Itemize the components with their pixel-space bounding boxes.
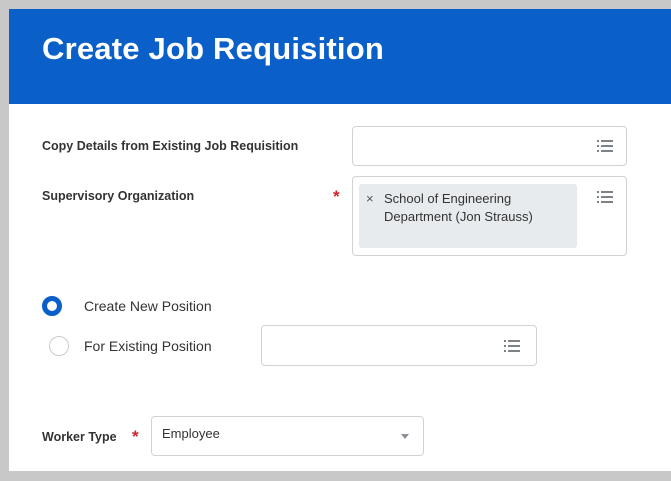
existing-position-radio[interactable] bbox=[49, 336, 69, 356]
required-asterisk: * bbox=[132, 427, 139, 446]
supervisory-org-label: Supervisory Organization bbox=[42, 189, 195, 203]
worker-type-value: Employee bbox=[162, 426, 220, 441]
list-icon[interactable] bbox=[597, 140, 613, 152]
page-title: Create Job Requisition bbox=[42, 31, 385, 66]
required-asterisk: * bbox=[333, 187, 340, 206]
worker-type-label: Worker Type bbox=[42, 430, 117, 444]
copy-details-label: Copy Details from Existing Job Requisiti… bbox=[42, 139, 299, 153]
list-icon[interactable] bbox=[597, 191, 613, 203]
selected-org-chip: × School of Engineering Department (Jon … bbox=[359, 184, 577, 248]
chevron-down-icon[interactable] bbox=[401, 434, 409, 439]
existing-position-input[interactable] bbox=[261, 325, 537, 366]
worker-type-select[interactable]: Employee bbox=[151, 416, 424, 456]
create-new-position-radio[interactable] bbox=[42, 296, 62, 316]
page-header: Create Job Requisition bbox=[9, 9, 671, 104]
create-new-position-label[interactable]: Create New Position bbox=[84, 298, 212, 314]
remove-chip-icon[interactable]: × bbox=[366, 191, 374, 206]
copy-details-input[interactable] bbox=[352, 126, 627, 166]
existing-position-label[interactable]: For Existing Position bbox=[84, 338, 212, 354]
form-card: Create Job Requisition Copy Details from… bbox=[9, 9, 671, 471]
selected-org-text: School of Engineering Department (Jon St… bbox=[384, 191, 533, 224]
supervisory-org-input[interactable]: × School of Engineering Department (Jon … bbox=[352, 176, 627, 256]
list-icon[interactable] bbox=[504, 340, 520, 352]
